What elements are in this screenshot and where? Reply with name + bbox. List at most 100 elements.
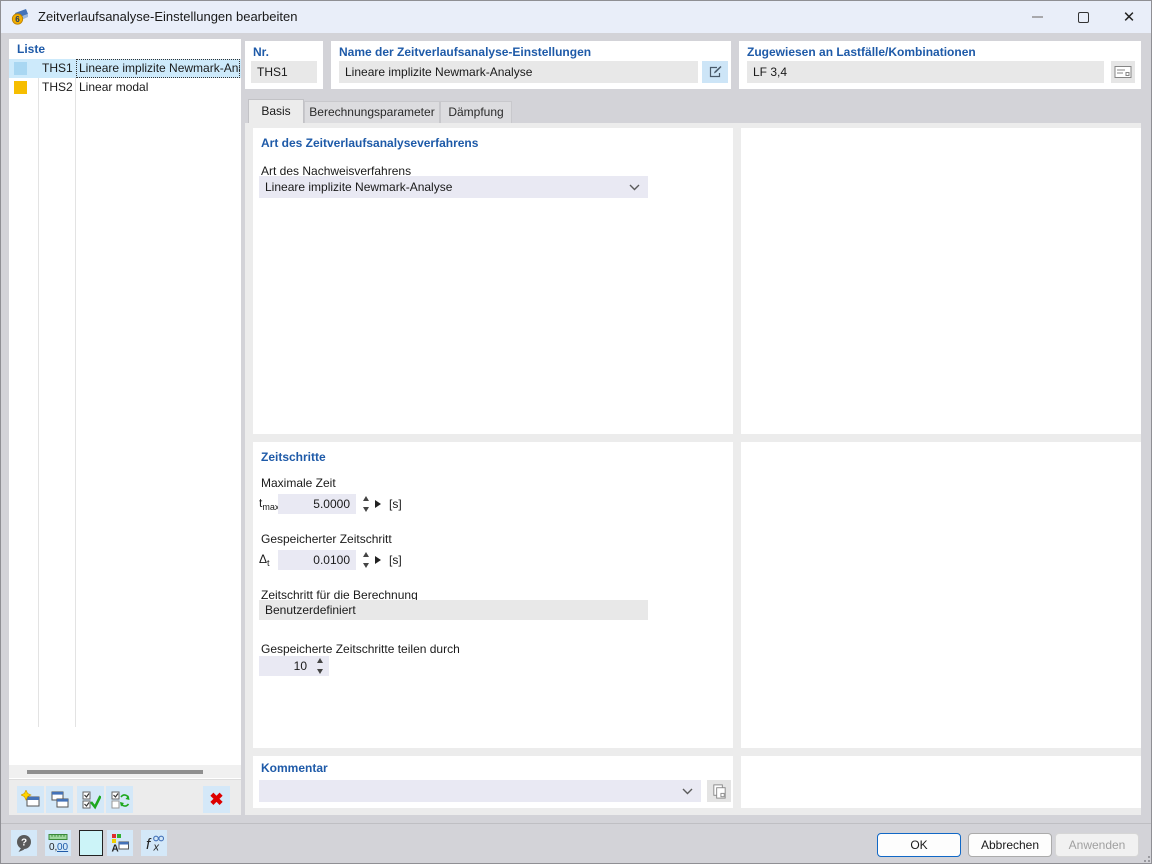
list-item-ths2[interactable]: THS2 Linear modal [9, 78, 241, 97]
minimize-button[interactable] [1014, 1, 1060, 33]
assigned-label: Zugewiesen an Lastfälle/Kombinationen [747, 45, 976, 59]
list-item-ths1[interactable]: THS1 Lineare implizite Newmark-Analyse [9, 59, 241, 78]
cancel-button[interactable]: Abbrechen [968, 833, 1052, 857]
maximize-icon [1077, 11, 1089, 23]
display-properties-icon: A [112, 834, 129, 853]
new-item-icon [20, 789, 39, 806]
units-ruler-icon: 0, 00 [48, 834, 69, 853]
preview-panel-bottom [741, 756, 1141, 808]
svg-text:00: 00 [57, 842, 69, 853]
dt-detail-arrow-icon[interactable] [375, 556, 381, 564]
edit-pencil-icon [709, 66, 722, 78]
tmax-input[interactable]: 5.0000 [278, 494, 356, 514]
title-bar: 6 Zeitverlaufsanalyse-Einstellungen bear… [1, 1, 1151, 33]
delete-icon: ✖ [209, 790, 224, 809]
name-label: Name der Zeitverlaufsanalyse-Einstellung… [339, 45, 592, 59]
list-item-id: THS2 [42, 80, 73, 94]
copy-item-button[interactable] [46, 786, 73, 813]
resize-grip[interactable] [1140, 852, 1150, 862]
app-icon: 6 [11, 9, 28, 25]
spin-up-icon [316, 658, 323, 663]
assigned-field[interactable]: LF 3,4 [747, 61, 1104, 83]
comment-section-title: Kommentar [261, 761, 328, 775]
nr-panel: Nr. THS1 [245, 41, 323, 89]
copy-pages-icon [712, 783, 726, 799]
svg-text:6: 6 [15, 15, 20, 24]
name-panel: Name der Zeitverlaufsanalyse-Einstellung… [331, 41, 731, 89]
spin-down-icon [316, 669, 323, 674]
spin-up-icon [362, 496, 369, 501]
new-item-button[interactable] [17, 786, 44, 813]
column-divider [38, 59, 39, 727]
dt-symbol: Δt [259, 552, 270, 568]
timesteps-section-title: Zeitschritte [261, 450, 326, 464]
tab-daempfung[interactable]: Dämpfung [440, 101, 512, 123]
dt-spinner[interactable] [361, 552, 370, 568]
spin-down-icon [362, 507, 369, 512]
svg-text:f: f [146, 836, 152, 853]
assigned-list-button[interactable] [1111, 61, 1135, 83]
nr-label: Nr. [253, 45, 270, 59]
analysis-section-title: Art des Zeitverlaufsanalyseverfahrens [261, 136, 479, 150]
comment-combobox[interactable] [259, 780, 701, 802]
close-button[interactable]: ✕ [1106, 1, 1151, 33]
analysis-method-section: Art des Zeitverlaufsanalyseverfahrens Ar… [253, 128, 733, 434]
tab-berechnungsparameter[interactable]: Berechnungsparameter [304, 101, 440, 123]
edit-name-button[interactable] [702, 61, 728, 83]
column-divider [75, 59, 76, 727]
max-time-label: Maximale Zeit [261, 476, 336, 490]
list-item-id: THS1 [42, 61, 73, 75]
window-title: Zeitverlaufsanalyse-Einstellungen bearbe… [38, 9, 298, 24]
nr-field[interactable]: THS1 [251, 61, 317, 83]
minimize-icon [1031, 16, 1043, 18]
calc-step-field[interactable]: Benutzerdefiniert [259, 600, 648, 620]
tmax-spinner[interactable] [361, 496, 370, 512]
help-button[interactable]: ? [11, 830, 37, 856]
chevron-down-icon [629, 184, 640, 191]
tmax-unit: [s] [389, 497, 402, 511]
scrollbar-thumb[interactable] [27, 770, 203, 774]
color-scheme-button[interactable] [79, 830, 103, 856]
select-all-icon [82, 791, 101, 809]
list-horizontal-scrollbar[interactable] [9, 765, 241, 778]
method-dropdown-value: Lineare implizite Newmark-Analyse [265, 180, 453, 194]
display-properties-button[interactable]: A [107, 830, 133, 856]
ok-button[interactable]: OK [877, 833, 961, 857]
list-item-name: Lineare implizite Newmark-Analyse [76, 59, 240, 78]
name-field[interactable]: Lineare implizite Newmark-Analyse [339, 61, 698, 83]
invert-selection-button[interactable] [106, 786, 133, 813]
preview-panel-top [741, 128, 1141, 434]
divide-label: Gespeicherte Zeitschritte teilen durch [261, 642, 460, 656]
tab-basis[interactable]: Basis [248, 99, 304, 123]
color-swatch [14, 62, 27, 75]
svg-text:?: ? [21, 838, 27, 849]
apply-button[interactable]: Anwenden [1055, 833, 1139, 857]
delete-item-button[interactable]: ✖ [203, 786, 230, 813]
tmax-detail-arrow-icon[interactable] [375, 500, 381, 508]
select-all-button[interactable] [77, 786, 104, 813]
chevron-down-icon [682, 788, 693, 795]
settings-list-panel: Liste THS1 Lineare implizite Newmark-Ana… [9, 39, 241, 815]
units-settings-button[interactable]: 0, 00 [45, 830, 71, 856]
footer-bar: ? 0, 00 A f x OK Abbrechen Anwenden [1, 823, 1151, 863]
divide-spinner[interactable] [315, 658, 324, 674]
formula-button[interactable]: f x [141, 830, 167, 856]
list-toolbar: ✖ [9, 779, 241, 815]
list-header: Liste [17, 42, 46, 56]
copy-comment-button[interactable] [707, 780, 731, 802]
tmax-symbol: tmax [259, 496, 280, 512]
fx-glasses-icon: f x [146, 835, 164, 853]
assigned-panel: Zugewiesen an Lastfälle/Kombinationen LF… [739, 41, 1141, 89]
saved-step-label: Gespeicherter Zeitschritt [261, 532, 392, 546]
spin-down-icon [362, 563, 369, 568]
method-dropdown[interactable]: Lineare implizite Newmark-Analyse [259, 176, 648, 198]
list-item-name: Linear modal [79, 80, 149, 94]
load-cases-icon [1114, 66, 1132, 78]
timesteps-section: Zeitschritte Maximale Zeit tmax 5.0000 [… [253, 442, 733, 748]
maximize-button[interactable] [1060, 1, 1106, 33]
dialog-window: 6 Zeitverlaufsanalyse-Einstellungen bear… [0, 0, 1152, 864]
spin-up-icon [362, 552, 369, 557]
color-swatch [14, 81, 27, 94]
invert-selection-icon [111, 791, 129, 808]
dt-input[interactable]: 0.0100 [278, 550, 356, 570]
